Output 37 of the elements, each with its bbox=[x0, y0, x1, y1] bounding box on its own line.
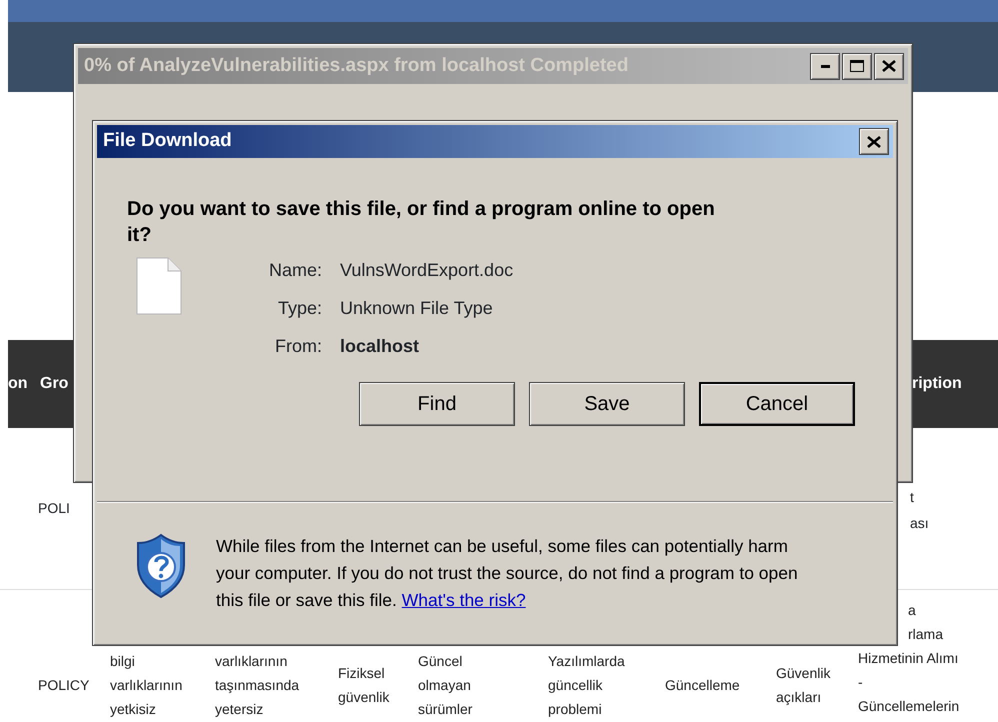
maximize-icon bbox=[849, 59, 865, 73]
field-value: Unknown File Type bbox=[340, 296, 493, 320]
minimize-button[interactable] bbox=[810, 52, 840, 80]
field-value: VulnsWordExport.doc bbox=[340, 258, 514, 282]
security-shield-icon bbox=[136, 533, 186, 599]
dialog-title: File Download bbox=[103, 129, 233, 154]
close-button[interactable] bbox=[874, 52, 904, 80]
table-cell-text: bilgi varlıklarının yetkisiz bbox=[110, 652, 182, 719]
table-cell-text: Yazılımlarda güncellik problemi bbox=[548, 652, 625, 719]
dialog-button[interactable]: Cancel bbox=[699, 382, 855, 426]
table-cell-text: Güncel olmayan sürümler bbox=[418, 652, 472, 719]
maximize-button[interactable] bbox=[842, 52, 872, 80]
field-label: Type: bbox=[276, 296, 322, 320]
field-label: Name: bbox=[268, 258, 322, 282]
table-cell-text: varlıklarının taşınmasında yetersiz bbox=[215, 652, 300, 719]
file-icon bbox=[136, 257, 182, 315]
table-cell-text: Fiziksel güvenlik bbox=[338, 664, 390, 707]
close-icon bbox=[866, 134, 882, 148]
dialog-button[interactable]: Save bbox=[529, 382, 685, 426]
warning-text: While files from the Internet can be useful, some files can potentially harm your computer. If you do not trust the source, do not find a program to open this file or save this file. What's the risk? bbox=[216, 535, 799, 612]
field-label: From: bbox=[274, 334, 322, 358]
column-header: on bbox=[8, 374, 28, 394]
close-button[interactable] bbox=[859, 128, 889, 155]
field-value: localhost bbox=[340, 334, 420, 358]
table-cell-text: POLI bbox=[38, 499, 70, 518]
risk-link[interactable]: What's the risk? bbox=[402, 590, 526, 610]
table-cell-text: a rlama Hizmetinin Alımı - Güncellemelerin bbox=[858, 601, 960, 716]
table-cell-text: Güncelleme bbox=[665, 676, 740, 695]
column-header: ription bbox=[912, 374, 962, 394]
table-cell-text: Güvenlik açıkları bbox=[776, 664, 830, 707]
dialog-question: Do you want to save this file, or find a program online to open it? bbox=[127, 197, 716, 248]
column-header: Gro bbox=[40, 374, 68, 394]
minimize-icon bbox=[820, 64, 830, 68]
table-cell-text: t ası bbox=[910, 488, 929, 533]
dialog-button[interactable]: Find bbox=[359, 382, 515, 426]
table-cell-text: POLICY bbox=[38, 676, 90, 695]
close-icon bbox=[881, 59, 897, 73]
